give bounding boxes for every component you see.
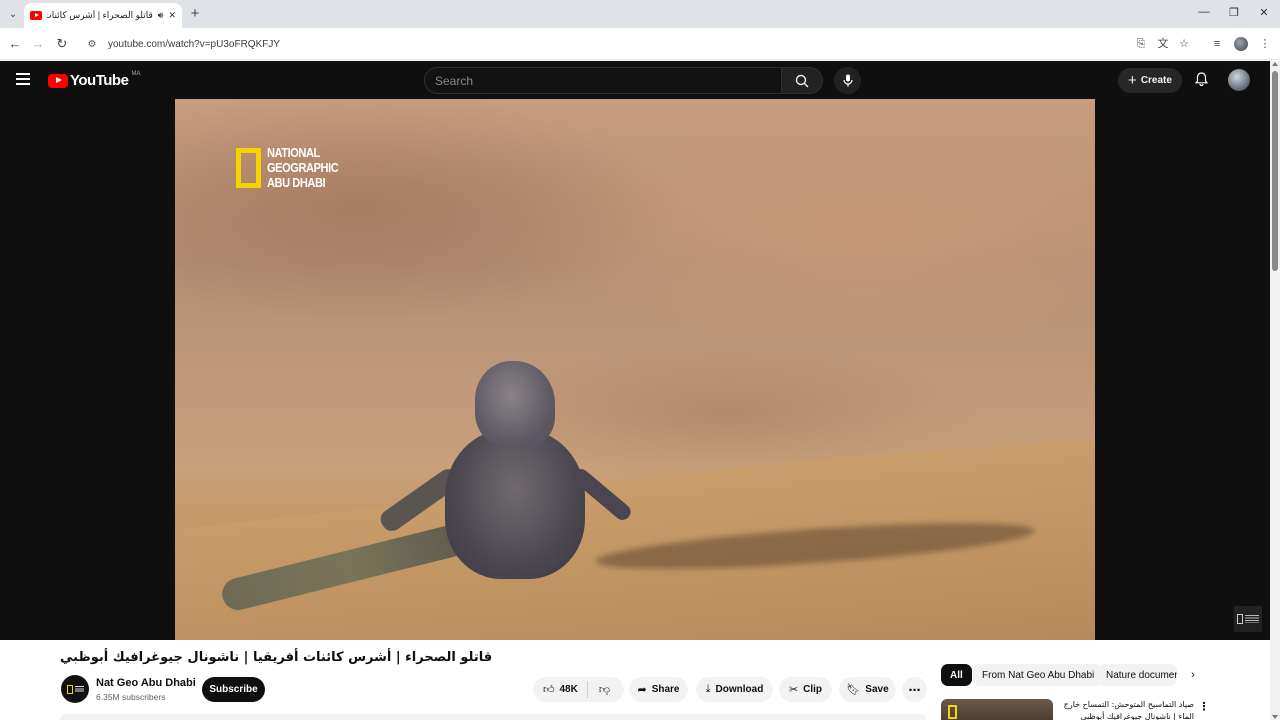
- search-icon: [795, 74, 809, 87]
- browser-tab-active[interactable]: قاتلو الصحراء | أشرس كائنات 🔊︎ ✕: [24, 3, 182, 28]
- watch-metadata: قاتلو الصحراء | أشرس كائنات أفريقيا | نا…: [0, 640, 1270, 720]
- youtube-page: YouTube MA + Create NA: [0, 61, 1270, 720]
- browser-tab-strip: ⌄ قاتلو الصحراء | أشرس كائنات 🔊︎ ✕ + — ❐…: [0, 0, 1280, 28]
- tab-close-icon[interactable]: ✕: [168, 10, 176, 21]
- create-button[interactable]: + Create: [1118, 68, 1182, 93]
- natgeo-yellow-frame-icon: [236, 147, 261, 188]
- bookmark-icon: 🔖︎: [846, 684, 861, 696]
- tab-search-chevron-icon[interactable]: ⌄: [4, 6, 22, 22]
- install-app-icon[interactable]: ⎘: [1133, 36, 1149, 52]
- search-input[interactable]: [435, 73, 781, 88]
- clip-button[interactable]: ✂ Clip: [779, 677, 832, 702]
- browser-menu-icon[interactable]: ⋮: [1257, 36, 1273, 52]
- recommendation-menu-icon[interactable]: ⋮: [1198, 700, 1210, 714]
- more-actions-icon[interactable]: ⋯: [902, 677, 927, 702]
- share-arrow-icon: ➦: [637, 684, 647, 696]
- watermark-line-2: GEOGRAPHIC: [267, 160, 339, 175]
- browser-toolbar: ← → ↻ ⚙︎ youtube.com/watch?v=pU3oFRQKFJY…: [0, 28, 1280, 60]
- youtube-masthead: YouTube MA + Create: [0, 61, 1270, 99]
- bell-icon: [1194, 72, 1208, 87]
- video-frame-lizard-body: [445, 429, 585, 579]
- share-label: Share: [651, 684, 680, 695]
- page-scrollbar[interactable]: [1270, 61, 1280, 720]
- watermark-line-3: ABU DHABI: [267, 175, 326, 190]
- scrollbar-thumb[interactable]: [1272, 71, 1278, 271]
- like-count[interactable]: 48K: [560, 684, 578, 695]
- scissors-icon: ✂: [788, 684, 799, 696]
- branding-lines: [1245, 615, 1259, 623]
- video-title: قاتلو الصحراء | أشرس كائنات أفريقيا | نا…: [60, 650, 493, 665]
- video-frame-lizard-head: [475, 361, 555, 447]
- chip-from-channel[interactable]: From Nat Geo Abu Dhabi: [973, 664, 1104, 686]
- youtube-play-icon: [48, 73, 68, 88]
- bookmark-star-icon[interactable]: ☆: [1176, 36, 1192, 52]
- channel-avatar-lines: [74, 685, 84, 693]
- url-text[interactable]: youtube.com/watch?v=pU3oFRQKFJY: [108, 39, 280, 50]
- recommendation-thumbnail[interactable]: [941, 699, 1053, 720]
- youtube-logo[interactable]: YouTube MA: [48, 70, 141, 89]
- menu-hamburger-icon[interactable]: [16, 73, 30, 85]
- share-button[interactable]: ➦ Share: [629, 677, 688, 702]
- notifications-bell-icon[interactable]: [1192, 72, 1210, 90]
- channel-avatar[interactable]: [61, 675, 89, 703]
- reading-list-icon[interactable]: ≡: [1209, 36, 1225, 52]
- address-bar[interactable]: ⚙︎ youtube.com/watch?v=pU3oFRQKFJY: [80, 32, 1198, 56]
- subscriber-count: 6.35M subscribers: [96, 692, 166, 702]
- like-dislike-group: 👍︎ 48K 👎︎: [533, 677, 624, 702]
- download-icon: ⤓: [705, 683, 711, 695]
- create-label: Create: [1140, 75, 1172, 86]
- recommendation-title[interactable]: صياد التماسيح المتوحش: التمساح خارج الما…: [1058, 699, 1194, 720]
- thumbnail-natgeo-frame-icon: [948, 705, 957, 719]
- save-button[interactable]: 🔖︎ Save: [839, 677, 896, 702]
- browser-profile-avatar[interactable]: [1234, 37, 1248, 51]
- chip-all[interactable]: All: [941, 664, 972, 686]
- watermark-line-1: NATIONAL: [267, 145, 320, 160]
- reload-icon[interactable]: ↻: [53, 35, 71, 53]
- back-arrow-icon[interactable]: ←: [6, 35, 24, 53]
- window-close-button[interactable]: ✕: [1256, 6, 1272, 19]
- search-box[interactable]: [424, 67, 782, 94]
- window-restore-button[interactable]: ❐: [1226, 6, 1242, 19]
- plus-icon: +: [1128, 72, 1137, 89]
- audio-playing-icon[interactable]: 🔊︎: [158, 10, 164, 21]
- microphone-icon: [842, 74, 853, 87]
- subscribe-button[interactable]: Subscribe: [202, 677, 265, 702]
- dislike-thumb-down-icon[interactable]: 👎︎: [599, 683, 610, 696]
- window-minimize-button[interactable]: —: [1196, 6, 1212, 18]
- youtube-wordmark: YouTube: [70, 72, 129, 89]
- channel-branding-watermark-icon[interactable]: [1234, 606, 1262, 632]
- chip-nature-documentaries[interactable]: Nature documen: [1097, 664, 1177, 686]
- new-tab-button[interactable]: +: [187, 5, 203, 23]
- account-avatar[interactable]: [1228, 69, 1250, 91]
- channel-avatar-frame: [66, 684, 73, 694]
- country-code: MA: [131, 70, 141, 77]
- search-button[interactable]: [781, 67, 823, 94]
- translate-icon[interactable]: 文: [1155, 36, 1171, 52]
- voice-search-button[interactable]: [834, 67, 861, 94]
- clip-label: Clip: [803, 684, 823, 695]
- like-thumb-up-icon[interactable]: 👍︎: [543, 683, 555, 696]
- video-player[interactable]: NATIONAL GEOGRAPHIC ABU DHABI: [175, 99, 1095, 640]
- save-label: Save: [865, 684, 889, 695]
- channel-name[interactable]: Nat Geo Abu Dhabi: [96, 677, 196, 689]
- like-divider: [586, 681, 588, 698]
- natgeo-watermark: NATIONAL GEOGRAPHIC ABU DHABI: [236, 145, 351, 190]
- natgeo-watermark-text: NATIONAL GEOGRAPHIC ABU DHABI: [267, 145, 339, 190]
- scroll-up-arrow-icon[interactable]: [1272, 62, 1278, 66]
- scroll-down-arrow-icon[interactable]: [1272, 715, 1278, 719]
- site-info-icon[interactable]: ⚙︎: [84, 36, 100, 52]
- tab-title: قاتلو الصحراء | أشرس كائنات: [47, 10, 153, 20]
- download-button[interactable]: ⤓ Download: [696, 677, 773, 702]
- download-label: Download: [715, 684, 764, 695]
- chevron-right-icon[interactable]: ›: [1186, 668, 1200, 682]
- branding-frame: [1237, 614, 1243, 624]
- youtube-favicon-icon: [30, 11, 42, 20]
- forward-arrow-icon[interactable]: →: [29, 35, 47, 53]
- description-box[interactable]: [60, 714, 926, 720]
